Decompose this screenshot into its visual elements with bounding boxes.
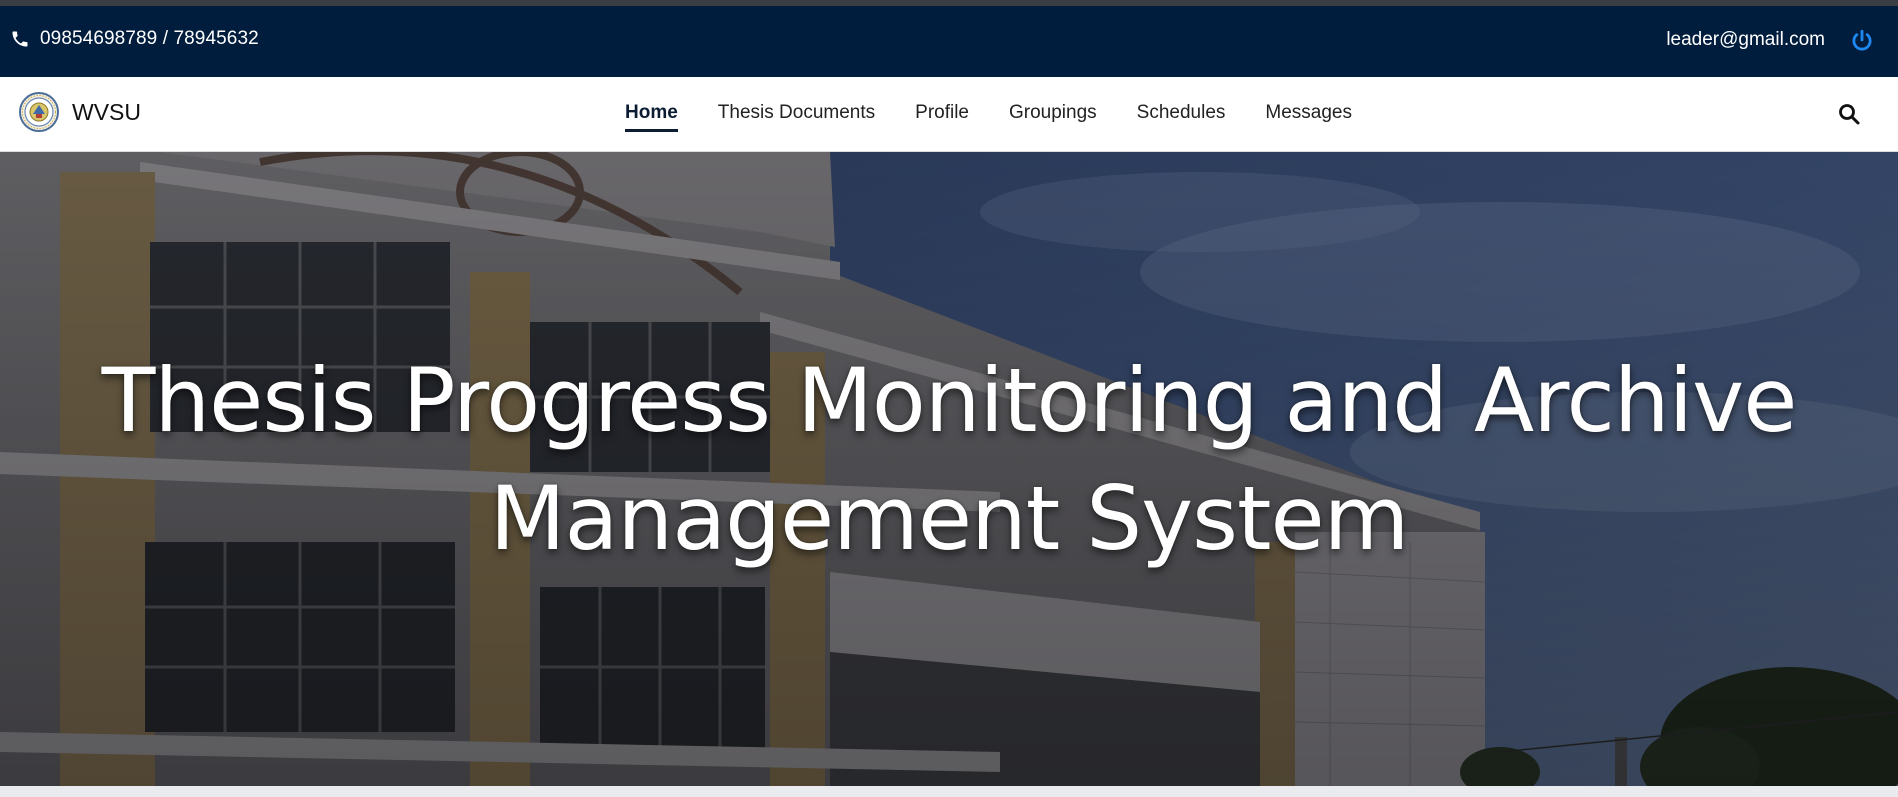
nav-links: Home Thesis Documents Profile Groupings … [625, 102, 1352, 132]
user-email-link[interactable]: leader@gmail.com [1666, 29, 1825, 51]
brand-home-link[interactable]: WVSU [19, 92, 141, 132]
nav-link-schedules[interactable]: Schedules [1137, 102, 1226, 124]
main-navbar: WVSU Home Thesis Documents Profile Group… [0, 77, 1898, 152]
nav-link-profile[interactable]: Profile [915, 102, 969, 124]
brand-name: WVSU [72, 98, 141, 125]
nav-link-home[interactable]: Home [625, 102, 678, 132]
contact-phone: 09854698789 / 78945632 [10, 28, 259, 50]
search-icon[interactable] [1837, 102, 1861, 126]
page: 09854698789 / 78945632 leader@gmail.com [0, 0, 1898, 797]
power-icon[interactable] [1849, 28, 1875, 54]
nav-link-messages[interactable]: Messages [1265, 102, 1352, 124]
university-seal-logo [19, 92, 59, 132]
hero-banner: Thesis Progress Monitoring and Archive M… [0, 152, 1898, 786]
page-bottom-strip [0, 786, 1898, 797]
hero-title: Thesis Progress Monitoring and Archive M… [0, 342, 1898, 578]
hero-title-line-1: Thesis Progress Monitoring and Archive [101, 349, 1798, 452]
phone-icon [10, 29, 30, 49]
phone-number-text: 09854698789 / 78945632 [40, 28, 259, 49]
nav-link-groupings[interactable]: Groupings [1009, 102, 1097, 124]
top-info-bar: 09854698789 / 78945632 leader@gmail.com [0, 6, 1898, 77]
nav-link-thesis-documents[interactable]: Thesis Documents [718, 102, 875, 124]
hero-title-line-2: Management System [489, 467, 1410, 570]
